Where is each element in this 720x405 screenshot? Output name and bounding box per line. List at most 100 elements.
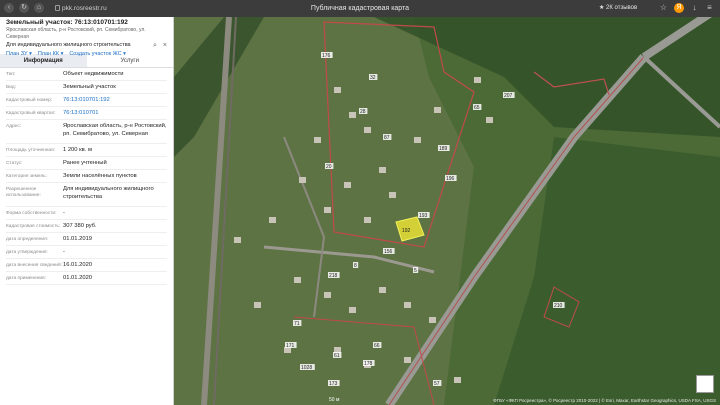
parcel-title: Земельный участок: 76:13:010701:192: [6, 19, 128, 26]
attribute-key: Тип:: [6, 72, 16, 77]
attribute-key: Адрес:: [6, 124, 22, 129]
reviews-badge[interactable]: ★ 2К отзывов: [599, 3, 637, 14]
panel-links: План ЗУ ▾ План КК ▾ Создать участок ЖС ▾: [6, 50, 167, 58]
attribute-row: Разрешенное использование: Для индивидуал…: [6, 183, 167, 207]
parcel-usage: Для индивидуального жилищного строительс…: [6, 42, 131, 48]
building: [389, 192, 396, 198]
attribute-key: Категория земель:: [6, 174, 48, 179]
yandex-icon[interactable]: Я: [674, 3, 684, 13]
bookmark-icon[interactable]: ☆: [659, 3, 668, 12]
plan-zu-link[interactable]: План ЗУ ▾: [6, 50, 32, 58]
parcel-label[interactable]: 196: [446, 176, 455, 182]
parcel-label[interactable]: 1028: [301, 365, 312, 371]
building: [324, 207, 331, 213]
attribute-value: 307 380 руб.: [63, 223, 97, 229]
map-canvas[interactable]: 192 176 28 32 20 87 207 65 189 196 193 156 8 5 218 210…: [174, 17, 720, 405]
attribute-key: Статус:: [6, 161, 23, 166]
attribute-value: Земельный участок: [63, 84, 116, 90]
building: [404, 302, 411, 308]
parcel-label[interactable]: 65: [474, 105, 480, 111]
building: [429, 317, 436, 323]
info-panel: Земельный участок: 76:13:010701:192 Ярос…: [0, 17, 174, 405]
building: [299, 177, 306, 183]
close-icon[interactable]: ×: [163, 42, 167, 50]
building: [414, 137, 421, 143]
attribute-row: дата внесения сведений: 16.01.2020: [6, 259, 167, 272]
search-icon[interactable]: ⌕: [153, 42, 157, 50]
attribute-value: -: [63, 210, 65, 216]
panel-header: Земельный участок: 76:13:010701:192 Ярос…: [0, 17, 173, 57]
attribute-key: Вид:: [6, 85, 17, 90]
map-attribution: ФГБУ «ФКП Росреестра», © Росреестр 2010-…: [493, 398, 716, 403]
building: [344, 182, 351, 188]
parcel-label[interactable]: 66: [374, 343, 380, 349]
building: [364, 127, 371, 133]
plan-kk-link[interactable]: План КК ▾: [38, 50, 63, 58]
parcel-label[interactable]: 71: [294, 321, 300, 327]
parcel-label[interactable]: 87: [384, 135, 390, 141]
attribute-row: Площадь уточненная: 1 200 кв. м: [6, 144, 167, 157]
browser-toolbar: ‹ ↻ ⌂ pkk.rosreestr.ru Публичная кадастр…: [0, 0, 720, 17]
attribute-value: 1 200 кв. м: [63, 147, 92, 153]
map-view[interactable]: 192 176 28 32 20 87 207 65 189 196 193 156 8 5 218 210…: [174, 17, 720, 405]
attribute-row: Тип: Объект недвижимости: [6, 68, 167, 81]
attribute-value: Ярославская область, р-н Ростовский, рп.…: [63, 123, 167, 137]
building: [334, 87, 341, 93]
menu-icon[interactable]: ≡: [705, 3, 714, 12]
attribute-row: дата определения: 01.01.2019: [6, 233, 167, 246]
building: [379, 167, 386, 173]
attribute-key: дата применения:: [6, 276, 46, 281]
parcel-address: Ярославская область, р-н Ростовский, рп.…: [6, 27, 146, 40]
download-icon[interactable]: ↓: [690, 3, 699, 12]
attribute-value: 01.01.2020: [63, 275, 93, 281]
building: [234, 237, 241, 243]
attribute-key: Кадастровый квартал:: [6, 111, 56, 116]
building: [404, 357, 411, 363]
building: [349, 112, 356, 118]
parcel-label[interactable]: 176: [322, 53, 331, 59]
parcel-label[interactable]: 173: [329, 381, 338, 387]
parcel-label[interactable]: 57: [434, 381, 440, 387]
building: [349, 307, 356, 313]
parcel-label[interactable]: 156: [384, 249, 393, 255]
parcel-label[interactable]: 210: [554, 303, 563, 309]
parcel-label[interactable]: 193: [419, 213, 428, 219]
attribute-list: Тип: Объект недвижимости Вид: Земельный уча…: [0, 68, 173, 285]
parcel-label[interactable]: 32: [370, 75, 376, 81]
toolbar-icons: ☆ Я ↓ ≡: [659, 3, 714, 13]
attribute-value[interactable]: 76:13:010701:192: [63, 94, 167, 106]
attribute-row: Адрес: Ярославская область, р-н Ростовски…: [6, 120, 167, 144]
parcel-label[interactable]: 20: [326, 164, 332, 170]
building: [324, 292, 331, 298]
parcel-label[interactable]: 28: [360, 109, 366, 115]
attribute-row: Категория земель: Земли населённых пункто…: [6, 170, 167, 183]
attribute-row: Форма собственности: -: [6, 207, 167, 220]
create-parcel-link[interactable]: Создать участок ЖС ▾: [69, 50, 126, 58]
parcel-label[interactable]: 8: [354, 263, 357, 269]
parcel-label[interactable]: 218: [329, 273, 338, 279]
attribute-row: дата утверждения: -: [6, 246, 167, 259]
attribute-row: Кадастровая стоимость: 307 380 руб.: [6, 220, 167, 233]
attribute-row: Вид: Земельный участок: [6, 81, 167, 94]
attribute-key: дата внесения сведений:: [6, 263, 62, 268]
attribute-key: Разрешенное использование:: [6, 187, 41, 198]
building: [454, 377, 461, 383]
attribute-value[interactable]: 76:13:010701: [63, 107, 167, 119]
attribute-value: Земли населённых пунктов: [63, 173, 137, 179]
attribute-row: дата применения: 01.01.2020: [6, 272, 167, 285]
attribute-value: Для индивидуального жилищного строительс…: [63, 186, 154, 200]
building: [269, 217, 276, 223]
parcel-label[interactable]: 61: [334, 353, 340, 359]
attribute-row: Кадастровый квартал: 76:13:010701: [6, 107, 167, 120]
parcel-label[interactable]: 5: [414, 268, 417, 274]
attribute-value: -: [63, 249, 65, 255]
parcel-label[interactable]: 171: [286, 343, 295, 349]
parcel-label[interactable]: 178: [364, 361, 373, 367]
building: [364, 217, 371, 223]
attribute-value: Объект недвижимости: [63, 71, 124, 77]
parcel-label[interactable]: 207: [504, 93, 513, 99]
attribute-key: Кадастровый номер:: [6, 98, 53, 103]
building: [474, 77, 481, 83]
parcel-label[interactable]: 189: [439, 146, 448, 152]
attribute-key: Форма собственности:: [6, 211, 57, 216]
